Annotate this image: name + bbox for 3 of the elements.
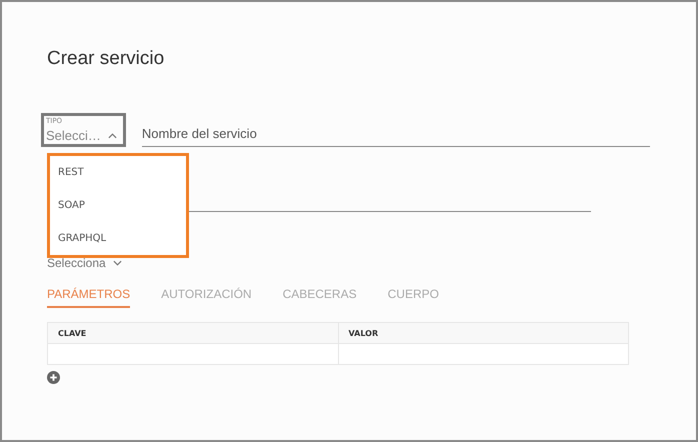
dialog-title: Crear servicio	[47, 48, 166, 70]
column-header: CLAVE	[57, 328, 88, 340]
column-header: VALOR	[338, 323, 628, 343]
